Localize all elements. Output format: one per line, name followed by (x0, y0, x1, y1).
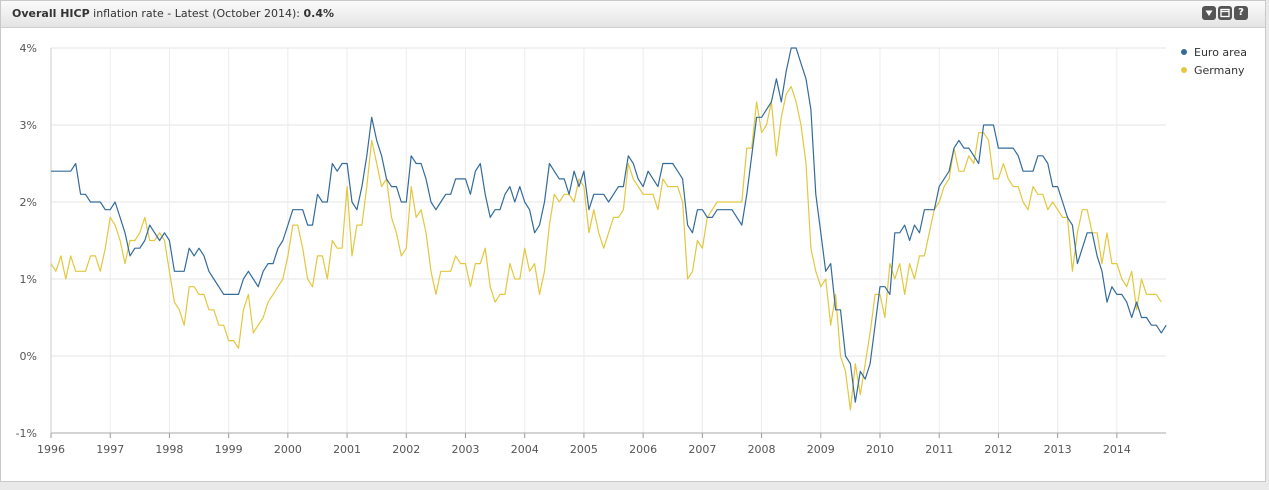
title-rest: inflation rate - Latest (October 2014): (89, 7, 304, 20)
latest-value: 0.4% (303, 7, 335, 20)
series-line-germany (50, 85, 1162, 411)
x-tick-label: 1997 (96, 443, 124, 456)
chart-legend: Euro area Germany (1181, 43, 1247, 79)
chart-panel: Overall HICP inflation rate - Latest (Oc… (0, 0, 1266, 482)
x-tick-label: 2014 (1103, 443, 1131, 456)
x-tick-label: 2012 (984, 443, 1012, 456)
legend-item-euro-area[interactable]: Euro area (1181, 43, 1247, 61)
y-tick-label: 0% (20, 350, 37, 363)
x-tick-label: 2011 (925, 443, 953, 456)
x-tick-label: 2006 (629, 443, 657, 456)
x-tick-label: 2000 (274, 443, 302, 456)
x-tick-label: 2009 (807, 443, 835, 456)
window-icon[interactable] (1218, 6, 1232, 20)
y-tick-label: 2% (20, 196, 37, 209)
x-tick-label: 1996 (37, 443, 65, 456)
x-tick-label: 2007 (688, 443, 716, 456)
y-tick-label: -1% (16, 427, 37, 440)
y-tick-label: 3% (20, 119, 37, 132)
x-tick-label: 1999 (215, 443, 243, 456)
x-tick-label: 2004 (511, 443, 539, 456)
title-bold: Overall HICP (12, 7, 90, 20)
menu-dropdown-icon[interactable] (1202, 6, 1216, 20)
line-chart: -1% 0% 1% 2% 3% 4% 1996 1997 1998 1999 2000 2001 200… (16, 42, 1167, 456)
x-tick-label: 2002 (392, 443, 420, 456)
legend-item-germany[interactable]: Germany (1181, 61, 1247, 79)
y-tick-label: 4% (20, 42, 37, 55)
legend-marker (1181, 67, 1187, 73)
x-tick-label: 2013 (1044, 443, 1072, 456)
legend-marker (1181, 49, 1187, 55)
panel-title: Overall HICP inflation rate - Latest (Oc… (12, 7, 334, 20)
y-tick-label: 1% (20, 273, 37, 286)
x-tick-label: 2003 (451, 443, 479, 456)
legend-label: Germany (1194, 63, 1245, 77)
header-buttons: ? (1202, 6, 1248, 20)
legend-label: Euro area (1194, 45, 1247, 59)
x-tick-label: 2005 (570, 443, 598, 456)
x-tick-label: 2001 (333, 443, 361, 456)
help-icon[interactable]: ? (1234, 6, 1248, 20)
x-tick-label: 2010 (866, 443, 894, 456)
x-tick-label: 1998 (155, 443, 183, 456)
x-tick-label: 2008 (748, 443, 776, 456)
panel-header: Overall HICP inflation rate - Latest (Oc… (1, 1, 1265, 28)
